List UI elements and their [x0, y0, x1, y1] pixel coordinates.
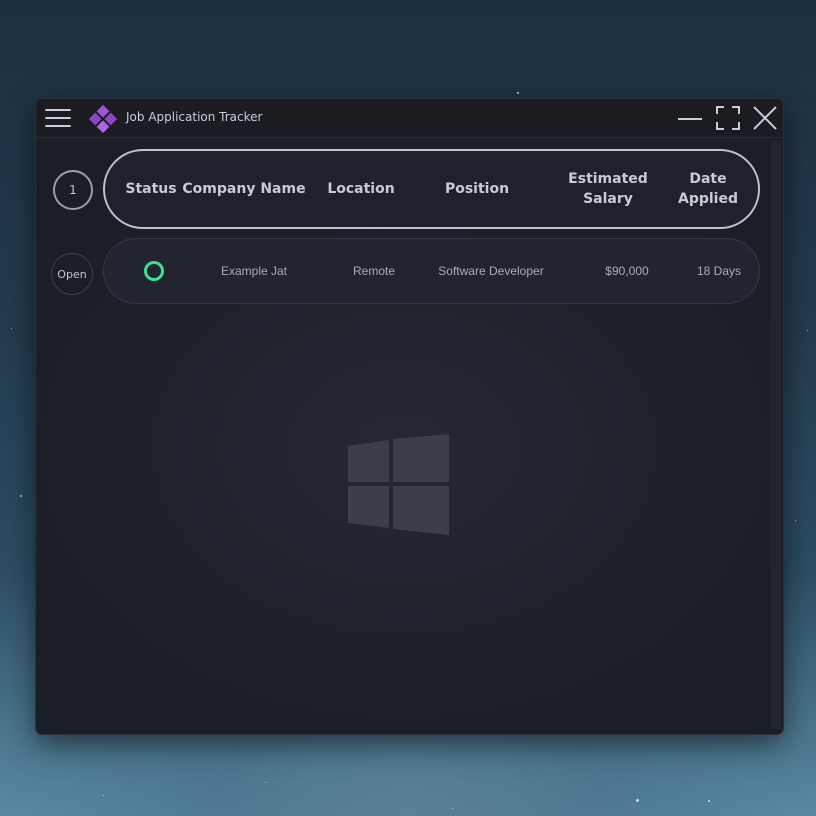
status-indicator-icon: [144, 261, 164, 281]
status-cell: [122, 239, 186, 303]
location-cell: Remote: [352, 264, 396, 278]
header-salary-line2: Salary: [583, 191, 633, 207]
app-logo-icon: [88, 104, 118, 134]
table-row[interactable]: Example Jat Remote Software Developer $9…: [103, 238, 760, 304]
date-applied-cell: 18 Days: [696, 264, 742, 278]
minimize-icon[interactable]: [676, 104, 704, 132]
header-company-name: Company Name: [182, 181, 306, 197]
title-bar: Job Application Tracker: [36, 99, 783, 138]
position-cell: Software Developer: [438, 264, 544, 278]
header-date-applied: Date Applied: [663, 151, 753, 227]
open-button[interactable]: Open: [51, 253, 93, 295]
header-position: Position: [444, 181, 510, 197]
page-number-button[interactable]: 1: [53, 170, 93, 210]
maximize-icon[interactable]: [714, 104, 742, 132]
header-date-line2: Applied: [678, 191, 738, 207]
windows-logo: [348, 434, 449, 535]
hamburger-menu-icon[interactable]: [44, 106, 72, 130]
close-icon[interactable]: [751, 104, 779, 132]
header-salary-line1: Estimated: [568, 171, 648, 187]
header-estimated-salary: Estimated Salary: [553, 151, 663, 227]
company-cell: Example Jat: [220, 264, 288, 278]
table-header: Status Company Name Location Position Es…: [103, 149, 760, 229]
window-title: Job Application Tracker: [126, 110, 263, 124]
app-window: Job Application Tracker 1 Status Company…: [36, 99, 783, 734]
header-location: Location: [327, 181, 395, 197]
vertical-scrollbar[interactable]: [771, 141, 781, 729]
header-date-line1: Date: [689, 171, 727, 187]
header-status: Status: [125, 181, 177, 197]
salary-cell: $90,000: [605, 264, 649, 278]
